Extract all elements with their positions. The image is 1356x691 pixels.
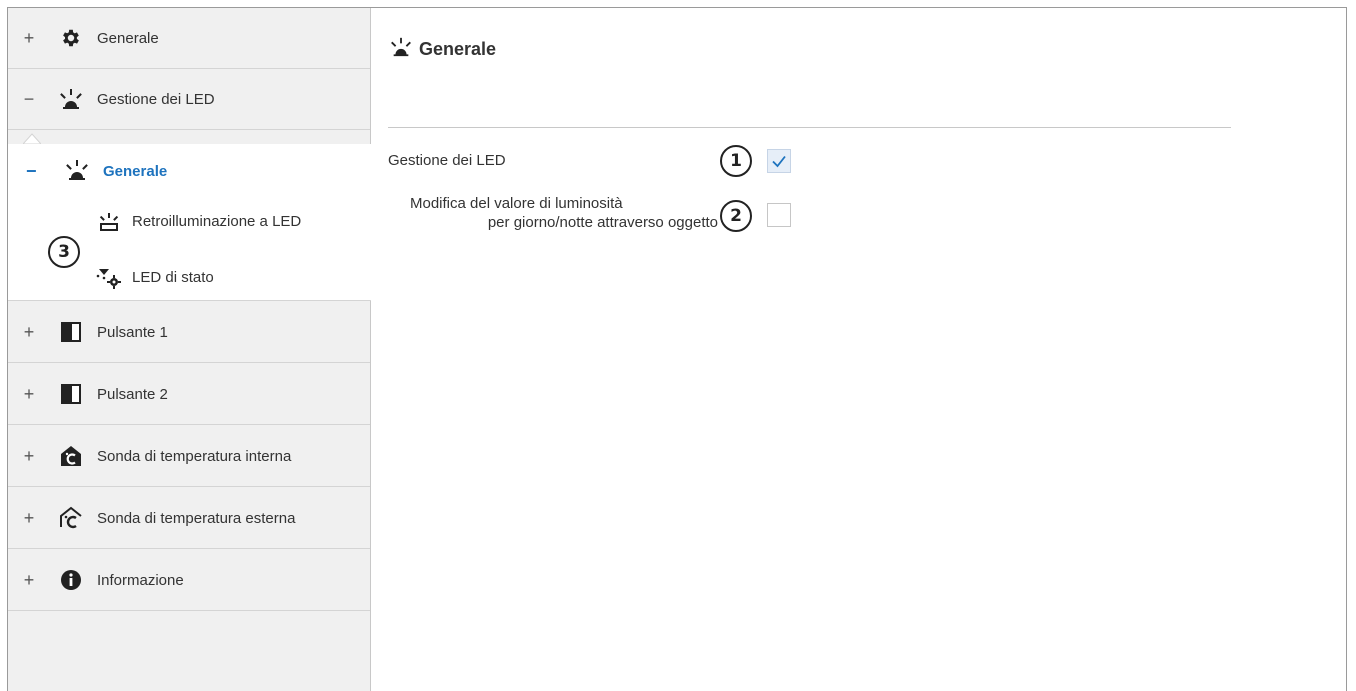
sidebar-item-label: Pulsante 1 — [97, 323, 168, 341]
sidebar-item-label: Generale — [103, 163, 168, 180]
sidebar-item-label: Sonda di temperatura interna — [97, 447, 292, 465]
sidebar-item-sonda-interna[interactable]: + Sonda di temperatura interna — [8, 426, 370, 487]
collapse-icon[interactable]: − — [22, 90, 36, 108]
sidebar-item-label: Sonda di temperatura esterna — [97, 509, 296, 527]
led-light-icon — [58, 86, 84, 112]
pushbutton-icon — [58, 319, 84, 345]
expand-icon[interactable]: + — [22, 447, 36, 465]
luminosita-checkbox[interactable] — [767, 203, 791, 227]
gear-icon — [58, 25, 84, 51]
page-title: Generale — [389, 36, 496, 63]
sidebar-item-label: Retroilluminazione a LED — [132, 212, 302, 230]
expand-icon[interactable]: + — [22, 571, 36, 589]
page-title-label: Generale — [419, 39, 497, 59]
status-led-icon — [96, 264, 122, 290]
sidebar-subpanel: − Generale Retroilluminazione a LED LED … — [8, 144, 371, 301]
param-label-line: Modifica del valore di luminosità — [410, 195, 623, 212]
sidebar-item-retroilluminazione[interactable]: Retroilluminazione a LED — [96, 206, 301, 236]
sidebar-item-label: Pulsante 2 — [97, 385, 168, 403]
sidebar-item-gestione-led[interactable]: − Gestione dei LED — [8, 69, 370, 130]
led-light-icon — [389, 36, 413, 63]
check-icon — [772, 155, 786, 168]
callout-1: 1 — [720, 145, 752, 177]
sidebar-item-generale[interactable]: + Generale — [8, 8, 370, 69]
param-label-luminosita: Modifica del valore di luminosità per gi… — [388, 194, 718, 232]
sidebar-item-sonda-esterna[interactable]: + Sonda di temperatura esterna — [8, 488, 370, 549]
main-content: Generale Gestione dei LED 1 Modifica del… — [372, 8, 1347, 691]
outdoor-temperature-icon — [58, 505, 84, 531]
expand-icon[interactable]: + — [22, 385, 36, 403]
param-label-gestione-led: Gestione dei LED — [388, 152, 506, 169]
sidebar-item-label: Generale — [97, 29, 159, 47]
param-label-line: per giorno/notte attraverso oggetto — [487, 214, 718, 231]
sidebar-item-pulsante-2[interactable]: + Pulsante 2 — [8, 364, 370, 425]
led-light-icon — [64, 158, 90, 187]
expand-icon[interactable]: + — [22, 29, 36, 47]
sidebar-item-label: Informazione — [97, 571, 184, 589]
sidebar-item-informazione[interactable]: + Informazione — [8, 550, 370, 611]
callout-2: 2 — [720, 200, 752, 232]
expand-icon[interactable]: + — [22, 323, 36, 341]
app-window: + Generale − Gestione dei LED − Generale — [7, 7, 1347, 691]
pushbutton-icon — [58, 381, 84, 407]
sidebar-item-led-di-stato[interactable]: LED di stato — [96, 262, 214, 292]
callout-3: 3 — [48, 236, 80, 268]
sidebar-item-pulsante-1[interactable]: + Pulsante 1 — [8, 302, 370, 363]
expand-icon[interactable]: + — [22, 509, 36, 527]
sidebar: + Generale − Gestione dei LED − Generale — [8, 8, 371, 691]
collapse-icon[interactable]: − — [26, 162, 37, 180]
info-icon — [58, 567, 84, 593]
gestione-led-checkbox[interactable] — [767, 149, 791, 173]
sidebar-item-generale-active[interactable]: − Generale — [8, 144, 371, 200]
divider — [388, 127, 1231, 128]
sidebar-item-label: LED di stato — [132, 268, 214, 286]
indoor-temperature-icon — [58, 443, 84, 469]
backlight-icon — [96, 208, 122, 234]
selection-notch — [23, 133, 41, 144]
sidebar-item-label: Gestione dei LED — [97, 90, 215, 108]
